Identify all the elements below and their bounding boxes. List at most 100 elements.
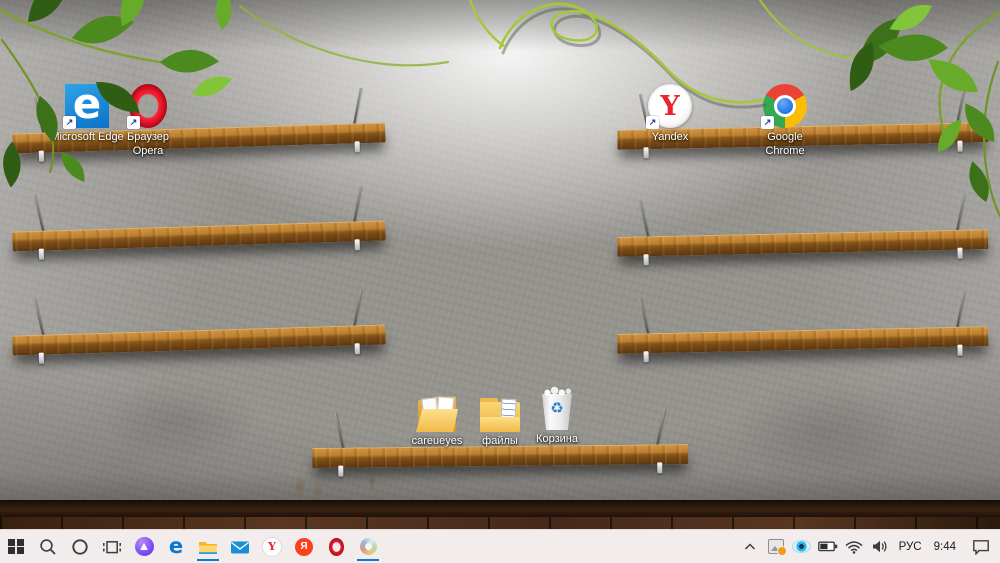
- shelf-bracket: [354, 343, 360, 355]
- speaker-icon: [872, 540, 887, 553]
- shortcut-arrow-icon: ↗: [646, 116, 659, 129]
- shelf-bottom-right: [616, 288, 989, 364]
- yandex-browser-icon: Y ↗: [646, 84, 692, 129]
- shelf-wire: [33, 299, 45, 336]
- shelf-middle-left: [11, 182, 386, 261]
- opera-icon: ↗: [127, 84, 167, 129]
- file-explorer-folder-icon: [199, 541, 217, 554]
- shelf-bracket: [38, 150, 45, 162]
- yandex-letter: Y: [660, 90, 680, 122]
- alisa-icon: [134, 537, 154, 556]
- start-button[interactable]: [0, 530, 32, 563]
- opera-ring-icon: [328, 537, 344, 556]
- desktop-icon-label: Yandex: [651, 131, 689, 143]
- action-center-button[interactable]: [971, 530, 991, 563]
- chevron-up-icon: [744, 543, 755, 550]
- battery-indicator[interactable]: [817, 530, 838, 563]
- colorful-app-button[interactable]: [352, 530, 384, 563]
- cortana-button[interactable]: [64, 530, 96, 563]
- system-tray: РУС 9:44: [740, 530, 1000, 563]
- desktop-icon-google-chrome[interactable]: ↗ Google Chrome: [748, 80, 822, 159]
- desktop-screen: e ↗ Microsoft Edge ↗ Браузер Opera Y ↗ Y…: [0, 0, 1000, 563]
- recycle-bin-icon: ♻: [540, 386, 574, 430]
- notification-dot-icon: [776, 546, 787, 556]
- floor-baseboard: [0, 500, 1000, 517]
- shortcut-arrow-icon: ↗: [127, 116, 140, 129]
- opera-taskbar-button[interactable]: [320, 530, 352, 563]
- desktop-icon-label: Google Chrome: [765, 131, 805, 157]
- yandex-y-icon: Y: [262, 536, 282, 557]
- desktop-icon-yandex[interactable]: Y ↗ Yandex: [633, 80, 707, 145]
- search-button[interactable]: [32, 530, 64, 563]
- shelf-wire: [956, 87, 965, 124]
- yandex-ya-icon: Я: [295, 537, 313, 556]
- shelf-bracket: [354, 141, 360, 153]
- shelf-plank: [617, 326, 989, 354]
- careueyes-tray-button[interactable]: [792, 530, 812, 563]
- shelf-bracket: [338, 465, 344, 477]
- tray-app-icon: [767, 539, 787, 556]
- folder-icon: [480, 398, 520, 432]
- hidden-icons-button[interactable]: [740, 530, 760, 563]
- shelf-wire: [353, 185, 362, 223]
- shelf-wire: [638, 297, 650, 335]
- search-icon: [40, 538, 56, 555]
- desktop-icon-label: Корзина: [536, 433, 578, 445]
- shelf-middle-right: [616, 191, 989, 267]
- edge-e-icon: e: [168, 534, 184, 558]
- shelf-bracket: [957, 247, 963, 259]
- tray-app-notification-button[interactable]: [766, 530, 787, 563]
- language-indicator[interactable]: РУС: [896, 541, 925, 553]
- shelf-plank: [12, 220, 386, 252]
- action-center-bubble-icon: [973, 539, 989, 555]
- shelf-bracket: [657, 462, 663, 474]
- shelf-bracket: [643, 254, 649, 266]
- battery-icon: [817, 541, 837, 552]
- shelf-bottom-left: [11, 286, 386, 365]
- shelf-bracket: [354, 239, 360, 251]
- edge-taskbar-button[interactable]: e: [160, 530, 192, 563]
- desktop-icon-recycle-bin[interactable]: ♻ Корзина: [520, 382, 594, 447]
- alisa-assistant-button[interactable]: [128, 530, 160, 563]
- shelf-bracket: [643, 147, 649, 159]
- yandex-app-button[interactable]: Я: [288, 530, 320, 563]
- shelf-bracket: [957, 344, 963, 356]
- clock[interactable]: 9:44: [931, 541, 959, 553]
- shelf-wire: [956, 291, 965, 328]
- recycle-symbol: ♻: [550, 400, 564, 417]
- google-chrome-icon: ↗: [761, 84, 807, 129]
- shelf-wire: [353, 289, 362, 327]
- open-folder-icon: [416, 396, 458, 432]
- task-view-icon: [103, 540, 121, 553]
- wifi-indicator[interactable]: [844, 530, 864, 563]
- wifi-icon: [845, 540, 863, 554]
- shelf-wire: [33, 195, 45, 232]
- shelf-wire: [638, 200, 650, 238]
- shortcut-arrow-icon: ↗: [63, 116, 76, 129]
- task-view-button[interactable]: [96, 530, 128, 563]
- desktop-icon-label: Браузер Opera: [127, 131, 169, 157]
- shelf-wire: [33, 97, 45, 134]
- cortana-circle-icon: [72, 538, 88, 555]
- shelf-bracket: [957, 140, 963, 152]
- shelf-bracket: [643, 351, 649, 363]
- volume-indicator[interactable]: [870, 530, 890, 563]
- yandex-browser-taskbar-button[interactable]: Y: [256, 530, 288, 563]
- shelf-wire: [956, 194, 965, 231]
- shelf-wire: [334, 412, 345, 449]
- shelf-wire: [656, 408, 666, 446]
- mail-envelope-icon: [231, 541, 249, 553]
- mail-button[interactable]: [224, 530, 256, 563]
- shelf-plank: [617, 229, 989, 257]
- shortcut-arrow-icon: ↗: [761, 116, 774, 129]
- taskbar: e Y Я РУС 9:44: [0, 529, 1000, 563]
- shelf-bracket: [38, 352, 45, 364]
- colorful-swirl-icon: [357, 536, 379, 557]
- file-explorer-button[interactable]: [192, 530, 224, 563]
- microsoft-edge-icon: e ↗: [63, 83, 109, 129]
- windows-logo-icon: [8, 538, 24, 555]
- shelf-wire: [353, 87, 362, 125]
- shelf-bracket: [38, 248, 45, 260]
- shelf-plank: [12, 324, 386, 356]
- desktop-icon-opera[interactable]: ↗ Браузер Opera: [111, 80, 185, 159]
